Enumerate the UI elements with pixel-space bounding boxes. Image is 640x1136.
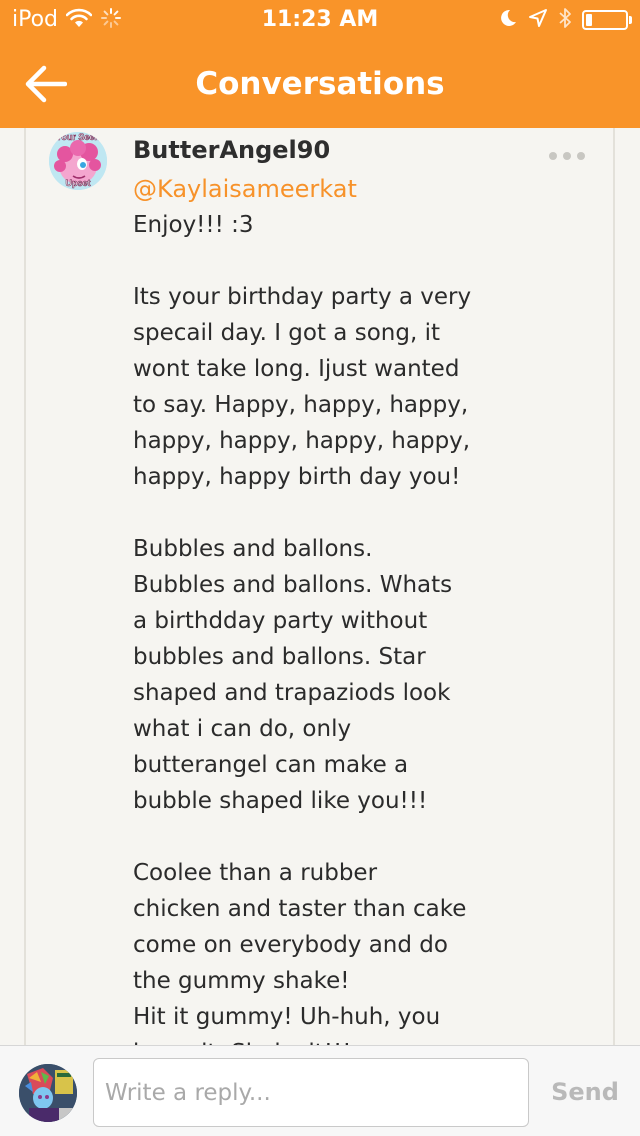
message-line: specail day. I got a song, it — [133, 320, 440, 346]
message-line: shaped and trapaziods look — [133, 680, 451, 706]
message-line: Hit it gummy! Uh-huh, you — [133, 1004, 441, 1030]
reply-input[interactable] — [93, 1058, 529, 1127]
message-line: Its your birthday party a very — [133, 284, 472, 310]
user-avatar[interactable] — [19, 1064, 77, 1122]
message-line: happy, happy, happy, happy, — [133, 428, 471, 454]
message-line: Enjoy!!! :3 — [133, 212, 254, 238]
battery-level — [586, 14, 592, 26]
location-arrow-icon — [528, 8, 548, 32]
thread-divider-right — [613, 128, 615, 1046]
page-title: Conversations — [195, 66, 445, 102]
message-line — [133, 495, 478, 531]
app-header: iPod 11:23 AM Conversations — [0, 0, 640, 128]
message-line: Coolee than a rubber — [133, 860, 378, 886]
thread-divider-left — [24, 128, 26, 1046]
mention-link[interactable]: @Kaylaisameerkat — [133, 171, 357, 207]
battery-icon — [582, 10, 632, 30]
avatar-caption-bottom: Upset — [65, 178, 90, 188]
more-dot-icon — [563, 152, 571, 160]
message-line: happy, happy birth day you! — [133, 464, 461, 490]
status-right — [498, 7, 632, 33]
message-line: Bubbles and ballons. Whats — [133, 572, 453, 598]
message-line: bubbles and ballons. Star — [133, 644, 426, 670]
message-line: a birthdday party without — [133, 608, 428, 634]
message-line: bubble shaped like you!!! — [133, 788, 428, 814]
message-line: the gummy shake! — [133, 968, 350, 994]
message-line: know it. Shake it!!! — [133, 1035, 478, 1045]
reply-bar: Send — [0, 1045, 640, 1136]
more-dot-icon — [549, 152, 557, 160]
message-body: Enjoy!!! :3 Its your birthday party a ve… — [133, 207, 478, 1045]
message-line: Bubbles and ballons. — [133, 536, 373, 562]
moon-icon — [498, 8, 518, 32]
avatar-caption-top: Your Seen — [56, 132, 100, 142]
author-avatar[interactable]: Your Seen Upset — [49, 132, 107, 190]
message-line: come on everybody and do — [133, 932, 448, 958]
more-dot-icon — [577, 152, 585, 160]
message-line — [133, 819, 478, 855]
author-name[interactable]: ButterAngel90 — [133, 133, 330, 167]
message-line: butterangel can make a — [133, 752, 409, 778]
send-button[interactable]: Send — [545, 1072, 625, 1112]
status-bar: iPod 11:23 AM — [0, 0, 640, 40]
bluetooth-icon — [558, 7, 572, 33]
message-line: chicken and taster than cake — [133, 896, 467, 922]
message-line — [133, 243, 478, 279]
message-line: wont take long. Ijust wanted — [133, 356, 460, 382]
message-line: to say. Happy, happy, happy, — [133, 392, 469, 418]
more-options-button[interactable] — [544, 145, 590, 167]
message-line: what i can do, only — [133, 716, 352, 742]
